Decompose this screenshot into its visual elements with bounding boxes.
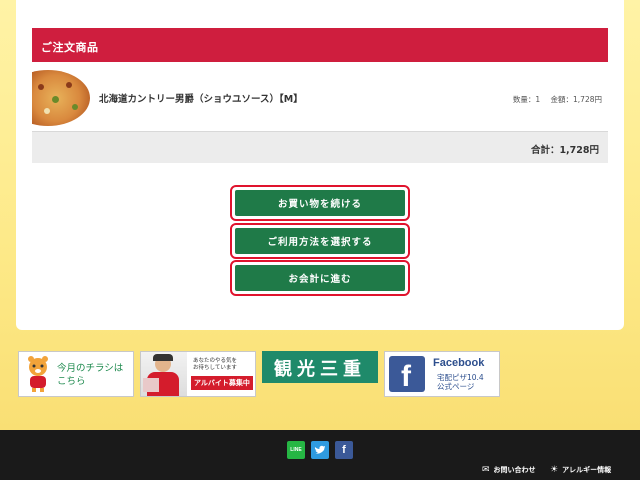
item-name: 北海道カントリー男爵（ショウユソース）【M】 [99, 94, 303, 105]
contact-label: お問い合わせ [493, 466, 536, 474]
flyer-banner[interactable]: 今月のチラシは こちら [18, 351, 134, 397]
total-bar: 合計：1,728円 [32, 132, 608, 163]
allergy-link[interactable]: ☀ アレルギー情報 [550, 465, 611, 475]
facebook-subtitle: 宅配ピザ10.4 公式ページ [437, 373, 484, 391]
continue-shopping-button[interactable]: お買い物を続ける [235, 190, 405, 216]
mail-icon: ✉ [482, 465, 490, 475]
flyer-line2: こちら [57, 376, 86, 387]
recruit-line2: お待ちしています [193, 365, 237, 371]
contact-link[interactable]: ✉ お問い合わせ [482, 465, 536, 475]
staff-photo [141, 352, 187, 396]
choose-method-highlight: ご利用方法を選択する [230, 223, 410, 259]
facebook-icon: f [389, 356, 425, 393]
facebook-line2: 公式ページ [437, 382, 475, 391]
facebook-social-icon[interactable]: f [335, 441, 353, 459]
facebook-title: Facebook [433, 357, 485, 369]
continue-shopping-highlight: お買い物を続ける [230, 185, 410, 221]
pizza-image [32, 70, 92, 126]
item-quantity: 数量：1 [512, 95, 541, 104]
flyer-text: 今月のチラシは こちら [57, 362, 123, 388]
mascot-icon [28, 356, 48, 392]
item-meta: 数量：1 金額：1,728円 [513, 94, 602, 105]
recruit-banner[interactable]: あなたのやる気を お待ちしています アルバイト募集中 [140, 351, 256, 397]
recruit-text: あなたのやる気を お待ちしています [193, 358, 237, 372]
recruit-line1: あなたのやる気を [193, 358, 238, 364]
tourism-text: 観光三重 [274, 359, 366, 380]
choose-method-button[interactable]: ご利用方法を選択する [235, 228, 405, 254]
footer: LINE f ✉ お問い合わせ ☀ アレルギー情報 [0, 430, 640, 480]
allergy-label: アレルギー情報 [562, 466, 612, 474]
sun-icon: ☀ [550, 465, 559, 475]
twitter-icon[interactable] [311, 441, 329, 459]
flyer-line1: 今月のチラシは [57, 363, 124, 374]
recruit-badge: アルバイト募集中 [191, 376, 253, 390]
checkout-button[interactable]: お会計に進む [235, 265, 405, 291]
facebook-banner[interactable]: f Facebook 宅配ピザ10.4 公式ページ [384, 351, 500, 397]
facebook-line1: 宅配ピザ10.4 [437, 373, 484, 382]
line-icon[interactable]: LINE [287, 441, 305, 459]
order-item-row: 北海道カントリー男爵（ショウユソース）【M】 数量：1 金額：1,728円 [32, 62, 608, 132]
item-amount: 金額：1,728円 [550, 95, 602, 104]
tourism-banner[interactable]: 観光三重 [262, 351, 378, 383]
total-amount: 合計：1,728円 [530, 145, 599, 156]
checkout-highlight: お会計に進む [230, 260, 410, 296]
order-items-header: ご注文商品 [32, 28, 608, 62]
